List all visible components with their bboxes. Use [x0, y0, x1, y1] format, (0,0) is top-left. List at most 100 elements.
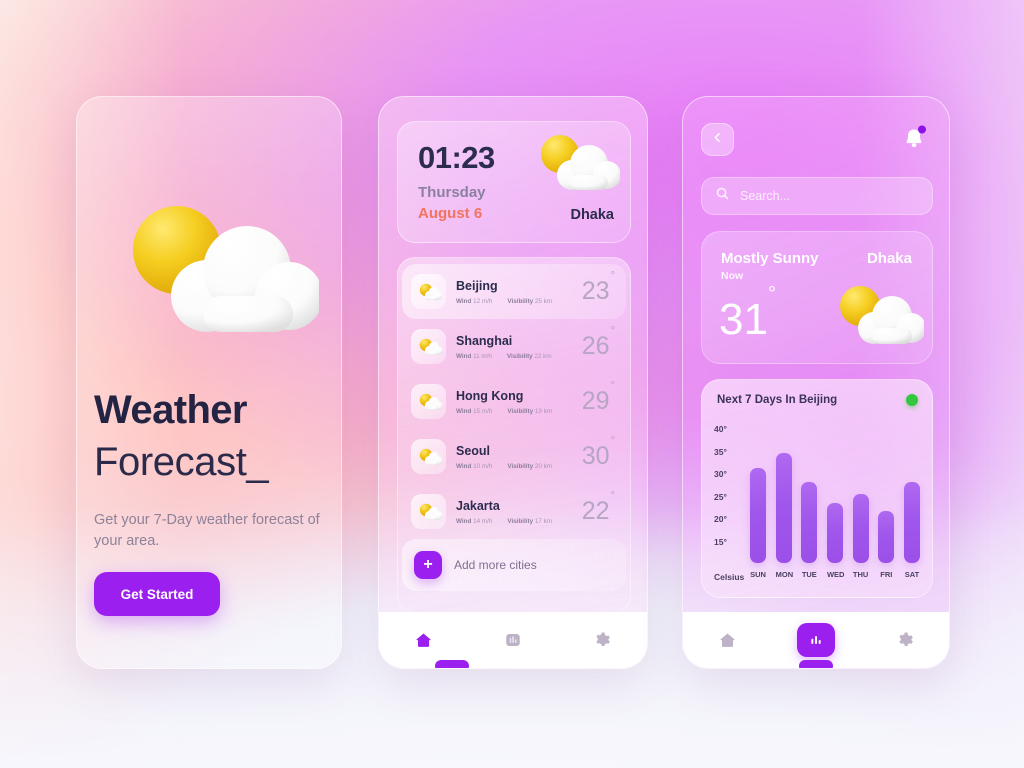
sun-cloud-icon [411, 274, 446, 309]
city-temperature: 22° [582, 490, 615, 524]
visibility-value: 17 km [534, 518, 553, 526]
y-axis-tick: 15° [714, 536, 727, 547]
sun-cloud-icon [411, 439, 446, 474]
city-name: Hong Kong [456, 388, 524, 403]
search-bar[interactable]: Search... [701, 177, 933, 215]
x-axis-tick: SAT [904, 570, 920, 579]
city-name: Shanghai [456, 333, 513, 348]
degree-symbol: ° [610, 434, 615, 447]
nav-chart-button[interactable] [796, 623, 835, 657]
wind-value: 11 m/h [473, 353, 492, 361]
city-info: Beijing Wind 12 m/h Visibility 25 km [456, 278, 582, 305]
chart-bar-column[interactable] [801, 420, 818, 563]
status-indicator-dot[interactable] [906, 394, 918, 406]
clock-card: 01:23 Thursday August 6 Dhaka [397, 121, 631, 243]
temperature-value: 26 [581, 332, 610, 360]
city-list-item[interactable]: Hong Kong Wind 15 m/h Visibility 19 km 29… [402, 374, 626, 429]
x-axis-tick: TUE [801, 570, 817, 579]
chart-bar-column[interactable] [826, 420, 843, 563]
y-axis-tick: 40° [714, 424, 727, 434]
get-started-button[interactable]: Get Started [94, 572, 220, 616]
visibility-value: 19 km [534, 408, 553, 416]
notifications-button[interactable] [901, 123, 929, 153]
wind-value: 10 m/h [473, 463, 493, 471]
y-axis-tick: 25° [714, 491, 727, 502]
city-list-item[interactable]: Seoul Wind 10 m/h Visibility 20 km 30° [402, 429, 626, 484]
add-more-cities-button[interactable]: + Add more cities [402, 539, 626, 591]
current-weather-card: Mostly Sunny Now Dhaka 31° [701, 231, 933, 364]
bell-icon [906, 125, 926, 148]
wind-value: 14 m/h [473, 518, 493, 526]
y-axis-tick: 30° [714, 469, 727, 479]
current-time: 01:23 [418, 140, 495, 175]
search-icon [715, 186, 730, 206]
city-temperature: 29° [581, 380, 615, 415]
current-city: Dhaka [866, 250, 912, 267]
sun-cloud-icon [99, 192, 323, 367]
x-axis-tick: THU [852, 570, 869, 579]
visibility-value: 22 km [534, 353, 552, 361]
forecast-chart-card: Next 7 Days In Beijing 40° 35° 30° 25° 20° 15… [701, 379, 933, 598]
nav-settings-button[interactable] [583, 623, 621, 657]
x-axis-tick: MON [775, 570, 794, 579]
clock-city-name: Dhaka [570, 207, 614, 223]
wind-value: 12 m/h [473, 298, 493, 306]
city-metrics: Wind 12 m/h Visibility 25 km [456, 298, 582, 305]
chart-bar[interactable] [852, 493, 869, 563]
y-axis-label: Celsius [714, 572, 745, 582]
y-axis-tick: 20° [714, 514, 727, 524]
wind-label: Wind [456, 518, 472, 526]
city-metrics: Wind 15 m/h Visibility 19 km [456, 408, 582, 415]
chart-bar[interactable] [750, 467, 766, 563]
chart-bar[interactable] [826, 503, 843, 563]
chart-bar-column[interactable] [750, 420, 766, 563]
sun-cloud-icon [411, 494, 446, 529]
chart-bar[interactable] [903, 481, 920, 563]
chart-bar-column[interactable] [903, 420, 920, 563]
chart-bar-column[interactable] [878, 420, 895, 563]
city-name: Seoul [456, 443, 491, 458]
wind-label: Wind [456, 298, 472, 306]
nav-home-button[interactable] [405, 623, 443, 657]
x-axis-tick: FRI [880, 570, 893, 579]
bar-chart-plot: 40° 35° 30° 25° 20° 15° Celsius SUN MON TUE WED T… [714, 420, 922, 589]
visibility-label: Visibility [507, 298, 534, 306]
degree-symbol: ° [610, 269, 615, 282]
degree-symbol: ° [610, 379, 615, 392]
city-list-item[interactable]: Shanghai Wind 11 m/h Visibility 22 km 26° [402, 319, 626, 374]
wind-label: Wind [456, 463, 472, 471]
city-metrics: Wind 10 m/h Visibility 20 km [456, 463, 582, 470]
city-temperature: 23° [582, 270, 615, 304]
nav-home-button[interactable] [708, 623, 746, 657]
nav-chart-button[interactable] [494, 623, 532, 657]
degree-symbol: ° [610, 324, 615, 337]
chart-bar[interactable] [801, 481, 818, 563]
chart-title: Next 7 Days In Beijing [717, 394, 838, 406]
y-axis: 40° 35° 30° 25° 20° 15° [714, 420, 744, 555]
back-button[interactable] [701, 123, 734, 156]
visibility-value: 25 km [534, 298, 553, 306]
x-axis-tick: WED [826, 570, 845, 579]
wind-value: 15 m/h [473, 408, 493, 416]
search-input[interactable]: Search... [740, 189, 790, 203]
chart-bar[interactable] [878, 510, 895, 563]
visibility-label: Visibility [506, 353, 533, 361]
city-metrics: Wind 14 m/h Visibility 17 km [456, 518, 582, 525]
current-date: August 6 [418, 205, 483, 222]
chart-bar-column[interactable] [775, 420, 792, 563]
temperature-value: 29 [581, 387, 610, 415]
home-indicator [435, 660, 469, 668]
chart-bar[interactable] [775, 453, 792, 563]
city-info: Jakarta Wind 14 m/h Visibility 17 km [456, 498, 582, 525]
home-indicator [799, 660, 833, 668]
degree-symbol: ° [610, 489, 615, 502]
chart-bar-column[interactable] [852, 420, 869, 563]
city-list-item[interactable]: Beijing Wind 12 m/h Visibility 25 km 23° [402, 264, 626, 319]
current-condition: Mostly Sunny [721, 250, 819, 267]
city-list-item[interactable]: Jakarta Wind 14 m/h Visibility 17 km 22° [402, 484, 626, 539]
nav-settings-button[interactable] [886, 623, 924, 657]
city-temperature: 30° [582, 435, 615, 469]
city-name: Jakarta [456, 498, 500, 513]
city-info: Shanghai Wind 11 m/h Visibility 22 km [456, 333, 582, 360]
temperature-value: 31 [719, 295, 768, 344]
